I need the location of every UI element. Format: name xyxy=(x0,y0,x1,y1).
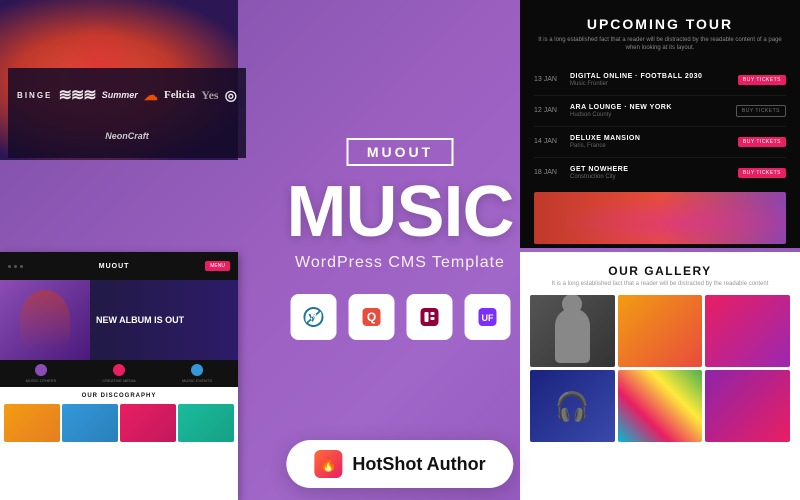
feature-creative-media: CREATIVE MEDIA xyxy=(82,364,156,383)
logo-summer: Summer xyxy=(102,90,138,100)
tour-info-1: DIGITAL ONLINE · FOOTBALL 2030 Music Fro… xyxy=(570,73,730,87)
gallery-grid: 🎧 xyxy=(530,295,790,442)
tour-date-4: 18 JAN xyxy=(534,169,562,176)
main-title: MUSIC xyxy=(287,176,514,248)
tour-row: 18 JAN GET NOWHERE Construction City BUY… xyxy=(534,158,786,188)
nav-dot xyxy=(8,265,11,268)
feature-music-events: MUSIC EVENTS xyxy=(160,364,234,383)
quform-icon: Q xyxy=(348,294,394,340)
tour-date-2: 12 JAN xyxy=(534,107,562,114)
author-name: HotShot Author xyxy=(352,454,485,475)
disc-cell-2 xyxy=(62,404,118,442)
gallery-cell-5 xyxy=(618,370,703,442)
gallery-cell-person xyxy=(530,295,615,367)
gallery-subtitle: It is a long established fact that a rea… xyxy=(530,281,790,287)
tour-info-3: DELUXE MANSION Paris, France xyxy=(570,135,730,149)
tour-venue-4: GET NOWHERE xyxy=(570,166,730,173)
tour-venue-3: DELUXE MANSION xyxy=(570,135,730,142)
logo-circle: ◎ xyxy=(225,87,237,104)
svg-text:Q: Q xyxy=(366,310,375,324)
tour-date-3: 14 JAN xyxy=(534,138,562,145)
uf-icon: UF xyxy=(464,294,510,340)
tour-smoke-image xyxy=(534,192,786,244)
preview-header: MUOUT MENU xyxy=(0,252,238,280)
feature-icon-1 xyxy=(35,364,47,376)
wordpress-icon xyxy=(290,294,336,340)
preview-features: MUSIC OTHERS CREATIVE MEDIA MUSIC EVENTS xyxy=(0,360,238,387)
logo-soundwave: ≋≋≋ xyxy=(58,85,95,105)
logos-strip: BINGE ≋≋≋ Summer ☁ Felicia Yes ◎ NeonCra… xyxy=(8,68,246,158)
preview-hero-title: NEW ALBUM IS OUT xyxy=(96,315,184,326)
gallery-panel: OUR GALLERY It is a long established fac… xyxy=(520,252,800,500)
preview-logo: MUOUT xyxy=(99,263,130,270)
discography-grid xyxy=(4,404,234,442)
preview-nav xyxy=(8,265,23,268)
tour-city-3: Paris, France xyxy=(570,143,730,149)
preview-hero: NEW ALBUM IS OUT xyxy=(0,280,238,360)
feature-label-2: CREATIVE MEDIA xyxy=(82,378,156,383)
gallery-cell-6 xyxy=(705,370,790,442)
gallery-cell-3 xyxy=(705,295,790,367)
feature-icon-3 xyxy=(191,364,203,376)
gallery-title: OUR GALLERY xyxy=(530,264,790,278)
nav-dot xyxy=(20,265,23,268)
tour-city-2: Hudson County xyxy=(570,112,728,118)
disc-cell-1 xyxy=(4,404,60,442)
logo-soundcloud: ☁ xyxy=(144,87,158,104)
tour-btn-3[interactable]: BUY TICKETS xyxy=(738,137,786,147)
muout-badge: MUOUT xyxy=(347,138,453,166)
tour-venue-2: ARA LOUNGE · NEW YORK xyxy=(570,104,728,111)
feature-icon-2 xyxy=(113,364,125,376)
tour-city-1: Music Frontier xyxy=(570,81,730,87)
tour-row: 13 JAN DIGITAL ONLINE · FOOTBALL 2030 Mu… xyxy=(534,65,786,96)
svg-text:UF: UF xyxy=(481,313,493,323)
nav-dot xyxy=(14,265,17,268)
gallery-cell-2 xyxy=(618,295,703,367)
center-content: MUOUT MUSIC WordPress CMS Template Q xyxy=(287,138,514,362)
logo-felicia: Felicia xyxy=(164,89,195,101)
tech-icons: Q UF xyxy=(287,294,514,340)
preview-header-btn: MENU xyxy=(205,261,230,271)
elementor-icon xyxy=(406,294,452,340)
tour-info-2: ARA LOUNGE · NEW YORK Hudson County xyxy=(570,104,728,118)
tour-date-1: 13 JAN xyxy=(534,76,562,83)
tour-city-4: Construction City xyxy=(570,174,730,180)
logo-neon: NeonCraft xyxy=(105,131,149,141)
disc-cell-4 xyxy=(178,404,234,442)
feature-music-others: MUSIC OTHERS xyxy=(4,364,78,383)
tour-row: 12 JAN ARA LOUNGE · NEW YORK Hudson Coun… xyxy=(534,96,786,127)
tour-btn-1[interactable]: BUY TICKETS xyxy=(738,75,786,85)
tour-title: UPCOMING TOUR xyxy=(534,16,786,32)
preview-hero-image xyxy=(0,280,90,360)
preview-discography: OUR DISCOGRAPHY xyxy=(0,387,238,448)
feature-label-3: MUSIC EVENTS xyxy=(160,378,234,383)
gallery-cell-headphones: 🎧 xyxy=(530,370,615,442)
hotshot-icon: 🔥 xyxy=(314,450,342,478)
fire-icon: 🔥 xyxy=(320,456,337,473)
tour-row: 14 JAN DELUXE MANSION Paris, France BUY … xyxy=(534,127,786,158)
disc-cell-3 xyxy=(120,404,176,442)
tour-subtitle: It is a long established fact that a rea… xyxy=(534,36,786,53)
preview-hero-text: NEW ALBUM IS OUT xyxy=(90,307,190,334)
tour-panel: UPCOMING TOUR It is a long established f… xyxy=(520,0,800,248)
logo-yes: Yes xyxy=(201,88,218,103)
subtitle: WordPress CMS Template xyxy=(287,254,514,272)
tour-btn-4[interactable]: BUY TICKETS xyxy=(738,168,786,178)
discography-title: OUR DISCOGRAPHY xyxy=(4,393,234,399)
author-badge: 🔥 HotShot Author xyxy=(286,440,513,488)
feature-label-1: MUSIC OTHERS xyxy=(4,378,78,383)
tour-info-4: GET NOWHERE Construction City xyxy=(570,166,730,180)
website-preview: MUOUT MENU NEW ALBUM IS OUT MUSIC OTHERS… xyxy=(0,252,238,500)
tour-venue-1: DIGITAL ONLINE · FOOTBALL 2030 xyxy=(570,73,730,80)
logo-binge: BINGE xyxy=(17,91,52,100)
tour-btn-2[interactable]: BUY TICKETS xyxy=(736,105,786,117)
